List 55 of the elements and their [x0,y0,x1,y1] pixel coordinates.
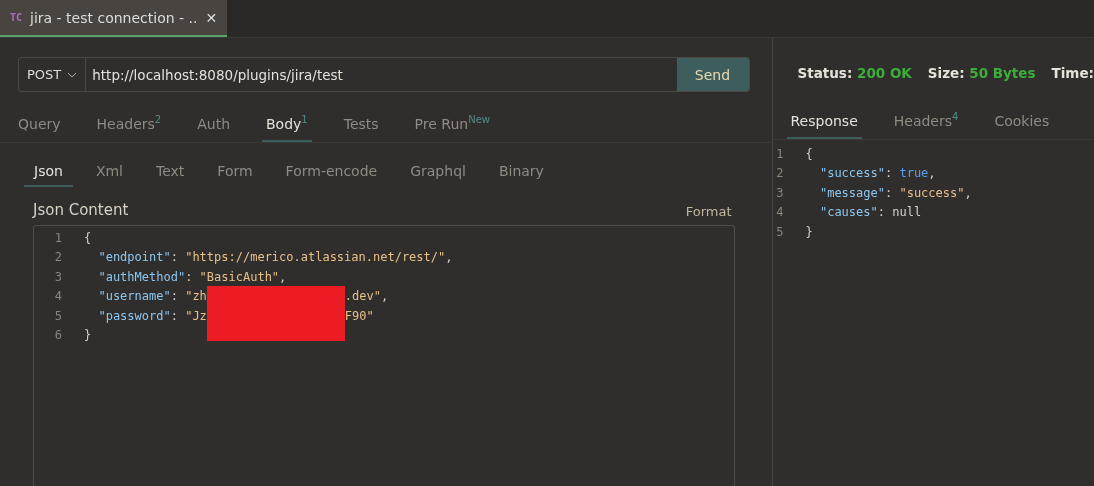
request-tab[interactable]: Body$^{1}$ [262,114,312,142]
code-text: "endpoint": "https://merico.atlassian.net/rest/", [97,250,453,265]
line-number: 2 [53,250,62,265]
chevron-down-icon [67,71,78,78]
request-tab[interactable]: Auth [197,116,230,142]
body-type-tab[interactable]: Text [146,163,195,187]
line-number: 4 [775,205,784,220]
code-text: "username": "zh [97,289,207,304]
code-text: "message": "success", [818,185,972,200]
code-text: { [805,146,813,161]
code-editor[interactable]: 1 { 2 "endpoint": "https://merico.atlassian.net/rest/", 3 "authMethod": "BasicAuth", 4 "username": "zh .dev", 5 "password": "Jz F90" 6 } [33,225,735,486]
body-type-tab[interactable]: Form-encode [275,163,388,187]
line-number: 5 [775,224,784,239]
line-number: 3 [53,269,62,284]
code-text: F90" [344,308,374,323]
tab-title: jira - test connection - .. [30,9,198,26]
url-field[interactable]: http://localhost:8080/plugins/jira/test [86,58,677,91]
time-label: Time: [1051,65,1094,81]
code-text: "authMethod": "BasicAuth", [97,269,287,284]
send-button[interactable]: Send [676,58,749,91]
code-text: } [84,328,92,343]
method-dropdown[interactable]: POST [19,58,87,91]
code-text: .dev", [344,289,389,304]
body-type-tab[interactable]: Graphql [400,163,476,187]
format-button[interactable]: Format [685,204,732,219]
status-text: Status: 200 OK [797,65,912,81]
line-number: 2 [775,166,784,181]
size-text: Size: 50 Bytes [927,65,1036,81]
request-tab[interactable]: Pre Run$^{New}$ [414,114,490,142]
request-tab[interactable]: Tests [343,116,379,142]
body-type-tab[interactable]: Xml [85,163,133,187]
response-tab[interactable]: Response [786,113,862,139]
code-text: "causes": null [818,205,922,220]
body-type-tab[interactable]: Json [24,163,73,187]
code-text: } [805,224,813,239]
request-bar[interactable]: POST http://localhost:8080/plugins/jira/test Send [18,57,750,92]
response-tab[interactable]: Headers$^{4}$ [893,111,959,139]
line-number: 5 [53,308,62,323]
close-icon[interactable]: ✕ [205,9,218,26]
request-tab[interactable]: Query [18,116,61,142]
line-number: 4 [53,289,62,304]
code-text: { [84,230,92,245]
request-tab[interactable]: Headers$^{2}$ [96,114,162,142]
body-type-tab[interactable]: Form [207,163,263,187]
body-type-tab[interactable]: Binary [488,163,554,187]
line-number: 1 [53,230,62,245]
line-number: 3 [775,185,784,200]
code-text: "password": "Jz [97,308,207,323]
line-number: 1 [775,146,784,161]
document-tab[interactable]: TC jira - test connection - .. ✕ [0,0,228,37]
response-tab[interactable]: Cookies [994,113,1050,139]
line-number: 6 [53,328,62,343]
section-title: Json Content [33,201,129,219]
file-type-label: TC [10,12,23,23]
code-text: "success": true, [818,166,936,181]
